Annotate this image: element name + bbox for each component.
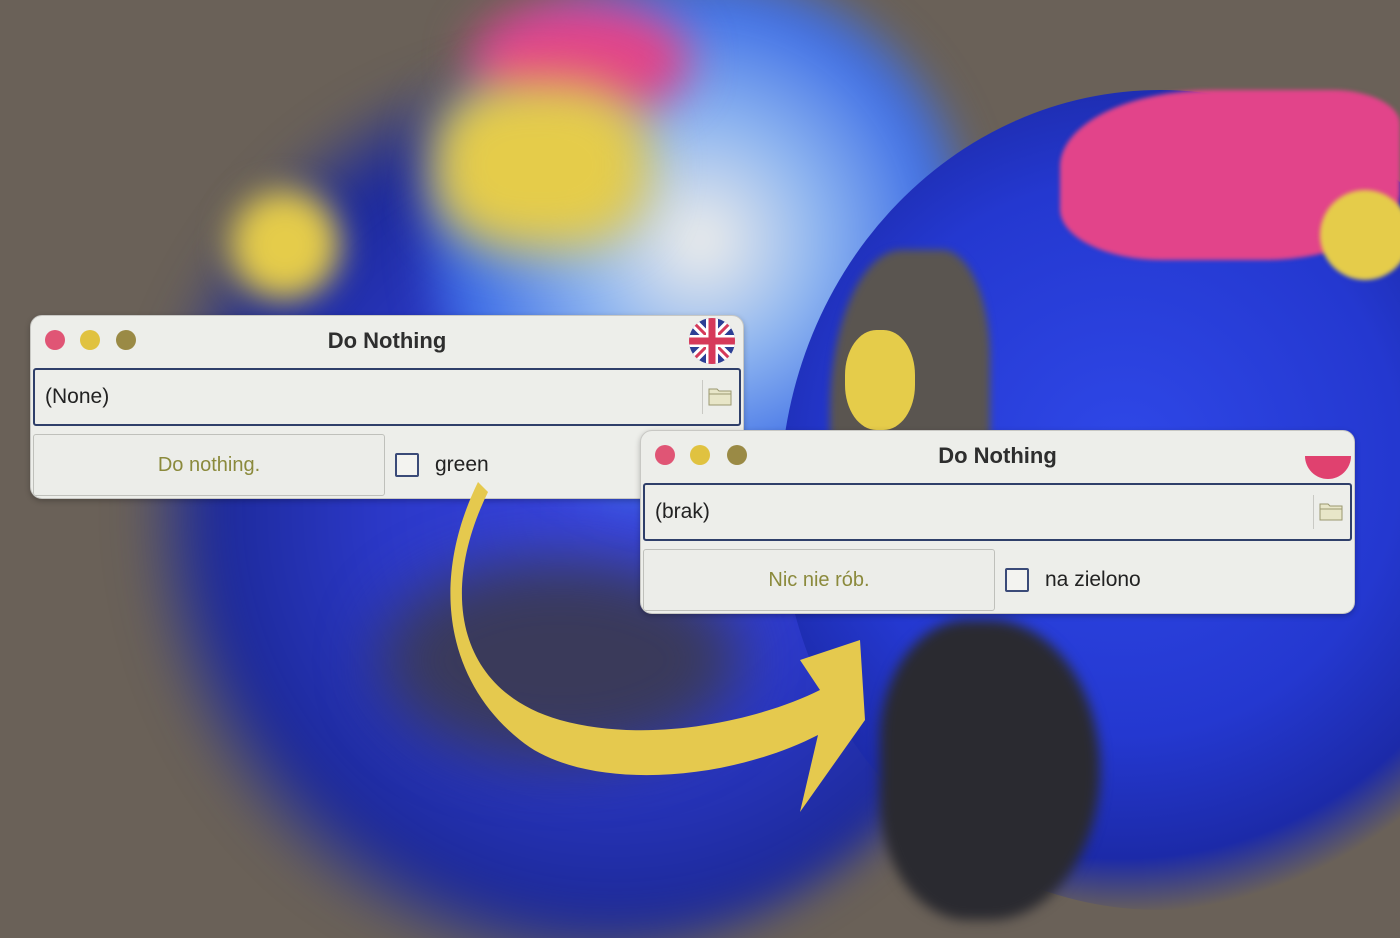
titlebar: Do Nothing bbox=[641, 431, 1354, 479]
window-title: Do Nothing bbox=[938, 443, 1057, 468]
green-checkbox-label: na zielono bbox=[1045, 568, 1141, 591]
path-field-value: (brak) bbox=[655, 500, 710, 523]
poland-flag-icon bbox=[1305, 433, 1351, 479]
folder-icon[interactable] bbox=[1313, 495, 1346, 529]
window-polish: Do Nothing (brak) Nic nie rób. na zielon… bbox=[640, 430, 1355, 614]
path-field[interactable]: (brak) bbox=[643, 483, 1352, 541]
green-checkbox[interactable] bbox=[1005, 568, 1029, 592]
do-nothing-button[interactable]: Nic nie rób. bbox=[643, 549, 995, 611]
